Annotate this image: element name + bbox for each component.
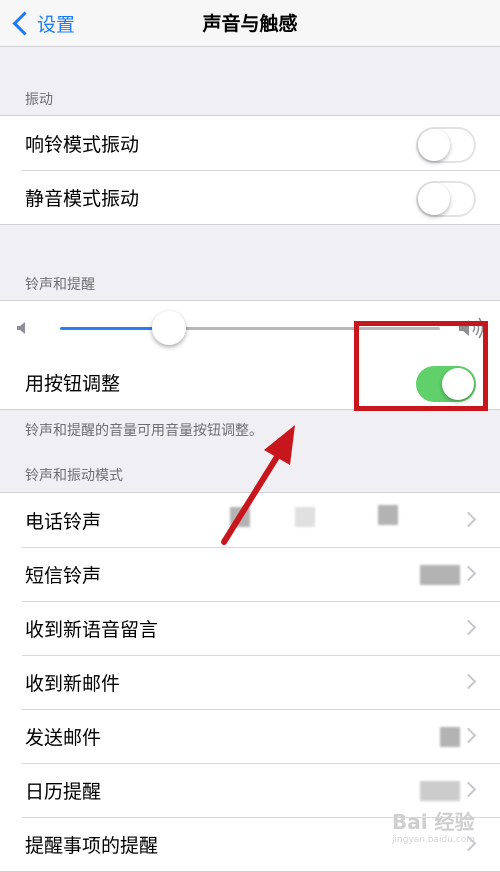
navigation-bar: 设置 声音与触感 [0,0,500,47]
ring-vibrate-toggle[interactable] [416,127,476,163]
phone-ringtone-row[interactable]: 电话铃声 [0,493,500,547]
annotation-arrow-head [264,425,295,465]
blurred-value [420,781,460,801]
toggle-knob [418,129,450,161]
blurred-value [440,727,460,747]
vibration-group: 响铃模式振动 静音模式振动 [0,115,500,225]
sent-mail-label: 发送邮件 [25,726,102,749]
silent-vibrate-label: 静音模式振动 [25,187,140,210]
sms-ringtone-label: 短信铃声 [25,564,102,587]
chevron-right-icon [460,619,477,636]
section-header-ringer: 铃声和提醒 [25,277,95,293]
ring-vibrate-label: 响铃模式振动 [25,133,140,156]
annotation-highlight-box [354,321,488,411]
chevron-right-icon [460,781,477,798]
section-header-patterns: 铃声和振动模式 [25,468,123,484]
volume-slider-thumb[interactable] [152,311,186,345]
ring-vibrate-row: 响铃模式振动 [0,116,500,170]
silent-vibrate-row: 静音模式振动 [0,170,500,224]
new-mail-label: 收到新邮件 [25,672,121,695]
chevron-right-icon [460,673,477,690]
chevron-right-icon [460,511,477,528]
new-voicemail-label: 收到新语音留言 [25,618,159,641]
section-header-vibration: 振动 [25,92,53,108]
blurred-value [295,507,315,527]
phone-ringtone-label: 电话铃声 [25,510,102,533]
new-voicemail-row[interactable]: 收到新语音留言 [0,601,500,655]
ringer-footer-note: 铃声和提醒的音量可用音量按钮调整。 [25,423,263,439]
page-title: 声音与触感 [202,13,298,35]
watermark-text: Bai 经验 [392,810,475,834]
sms-ringtone-row[interactable]: 短信铃声 [0,547,500,601]
blurred-value [230,507,250,527]
calendar-alert-label: 日历提醒 [25,780,102,803]
blurred-value [378,505,398,525]
speaker-low-icon [17,322,25,334]
button-adjust-label: 用按钮调整 [25,372,121,395]
chevron-right-icon [460,565,477,582]
sent-mail-row[interactable]: 发送邮件 [0,709,500,763]
toggle-knob [418,183,450,215]
new-mail-row[interactable]: 收到新邮件 [0,655,500,709]
watermark-url: jingyan.baidu.com [392,835,476,845]
chevron-right-icon [460,727,477,744]
baidu-watermark: Bai 经验 jingyan.baidu.com [392,806,492,856]
blurred-value [420,565,460,585]
reminder-alert-label: 提醒事项的提醒 [25,834,159,857]
silent-vibrate-toggle[interactable] [416,181,476,217]
